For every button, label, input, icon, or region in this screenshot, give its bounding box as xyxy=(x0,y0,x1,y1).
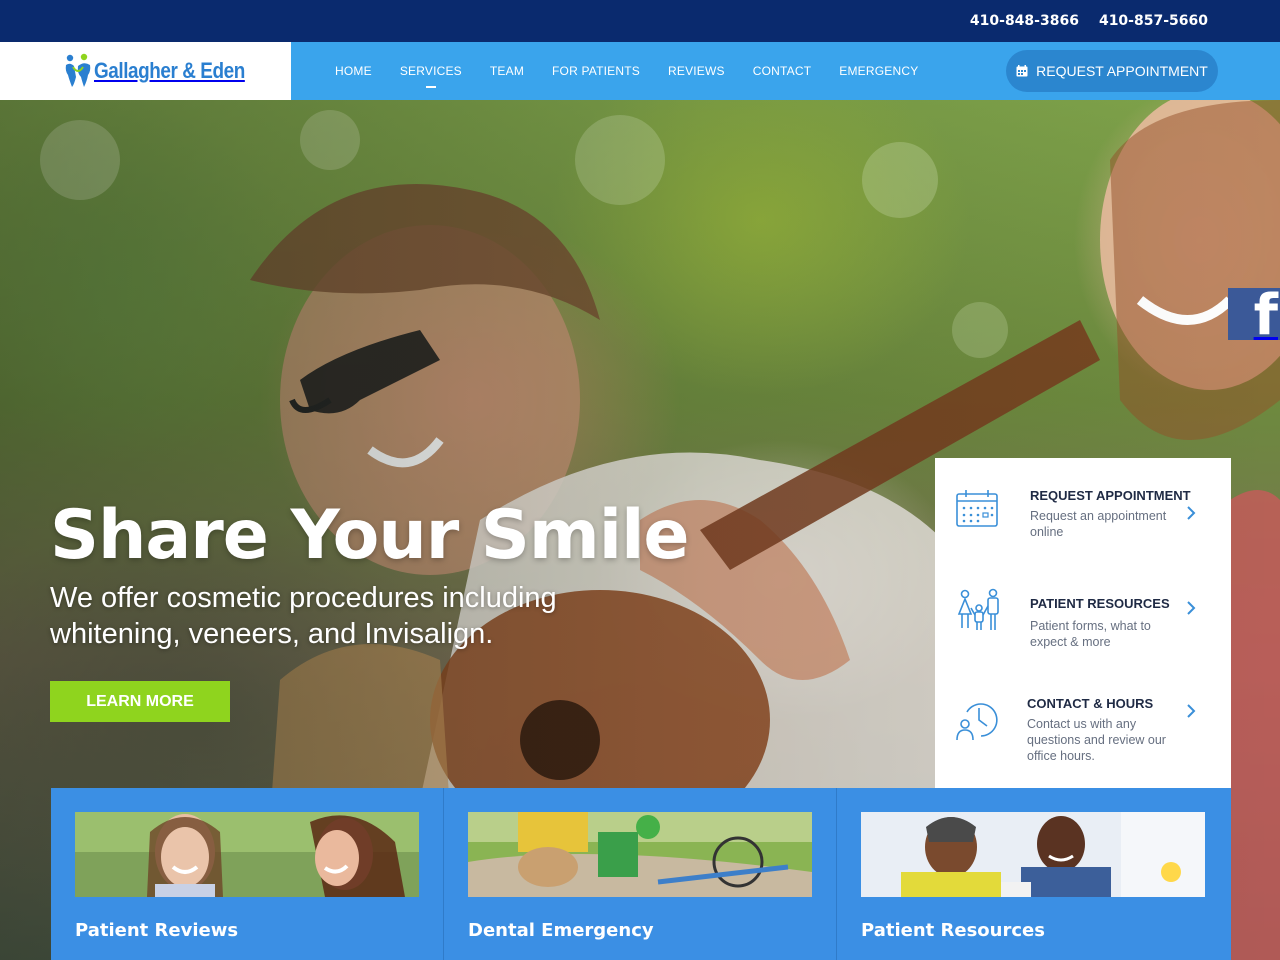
chevron-right-icon xyxy=(1187,506,1196,520)
card-dental-emergency[interactable]: Dental Emergency xyxy=(444,788,837,960)
top-bar: 410-848-3866 410-857-5660 xyxy=(0,0,1280,42)
phone-numbers: 410-848-3866 410-857-5660 xyxy=(970,0,1208,42)
quick-link-desc: Request an appointment online xyxy=(1030,509,1167,539)
card-title: Patient Resources xyxy=(861,920,1045,941)
chevron-right-icon xyxy=(1187,704,1196,718)
main-navbar: Gallagher & Eden HOME SERVICES TEAM FOR … xyxy=(0,42,1280,100)
card-patient-reviews[interactable]: Patient Reviews xyxy=(51,788,444,960)
chevron-right-icon xyxy=(1187,601,1196,615)
calendar-icon xyxy=(956,490,998,527)
hero-subtitle: We offer cosmetic procedures including w… xyxy=(50,582,557,650)
facebook-button[interactable]: f xyxy=(1228,288,1280,340)
primary-nav: HOME SERVICES TEAM FOR PATIENTS REVIEWS … xyxy=(321,42,932,100)
phone-link-1[interactable]: 410-848-3866 xyxy=(970,13,1079,29)
quick-link-patient-resources[interactable]: PATIENT RESOURCES Patient forms, what to… xyxy=(935,566,1231,666)
quick-link-contact-hours[interactable]: CONTACT & HOURS Contact us with any ques… xyxy=(935,668,1231,768)
site-logo[interactable]: Gallagher & Eden xyxy=(0,42,291,100)
learn-more-button[interactable]: LEARN MORE xyxy=(50,681,230,722)
quick-link-desc: Patient forms, what to expect & more xyxy=(1030,619,1151,649)
logo-text: Gallagher & Eden xyxy=(94,58,245,83)
quick-link-title: REQUEST APPOINTMENT xyxy=(1030,488,1191,503)
family-icon xyxy=(957,588,999,630)
card-image xyxy=(75,812,419,897)
nav-item-reviews[interactable]: REVIEWS xyxy=(654,64,739,78)
card-image xyxy=(861,812,1205,897)
quick-links-panel: REQUEST APPOINTMENT Request an appointme… xyxy=(935,458,1231,788)
card-title: Dental Emergency xyxy=(468,920,654,941)
nav-item-services[interactable]: SERVICES xyxy=(386,64,476,88)
calendar-icon xyxy=(1016,65,1028,77)
nav-item-home[interactable]: HOME xyxy=(321,64,386,78)
nav-item-contact[interactable]: CONTACT xyxy=(739,64,826,78)
card-image xyxy=(468,812,812,897)
feature-cards: Patient Reviews Dental Emergency Patient… xyxy=(51,788,1231,960)
quick-link-title: PATIENT RESOURCES xyxy=(1030,596,1170,611)
hero-title: Share Your Smile xyxy=(50,496,689,575)
clock-person-icon xyxy=(956,703,998,741)
nav-item-emergency[interactable]: EMERGENCY xyxy=(825,64,932,78)
card-title: Patient Reviews xyxy=(75,920,239,941)
quick-link-desc: Contact us with any questions and review… xyxy=(1027,717,1166,763)
card-patient-resources[interactable]: Patient Resources xyxy=(837,788,1231,960)
nav-item-for-patients[interactable]: FOR PATIENTS xyxy=(538,64,654,78)
request-appointment-label: REQUEST APPOINTMENT xyxy=(1036,63,1208,79)
phone-link-2[interactable]: 410-857-5660 xyxy=(1099,13,1208,29)
facebook-icon: f xyxy=(1253,288,1278,340)
tooth-family-logo-icon xyxy=(65,53,91,87)
request-appointment-button[interactable]: REQUEST APPOINTMENT xyxy=(1006,50,1218,92)
quick-link-title: CONTACT & HOURS xyxy=(1027,696,1154,711)
quick-link-request-appointment[interactable]: REQUEST APPOINTMENT Request an appointme… xyxy=(935,458,1231,558)
nav-item-team[interactable]: TEAM xyxy=(476,64,538,78)
